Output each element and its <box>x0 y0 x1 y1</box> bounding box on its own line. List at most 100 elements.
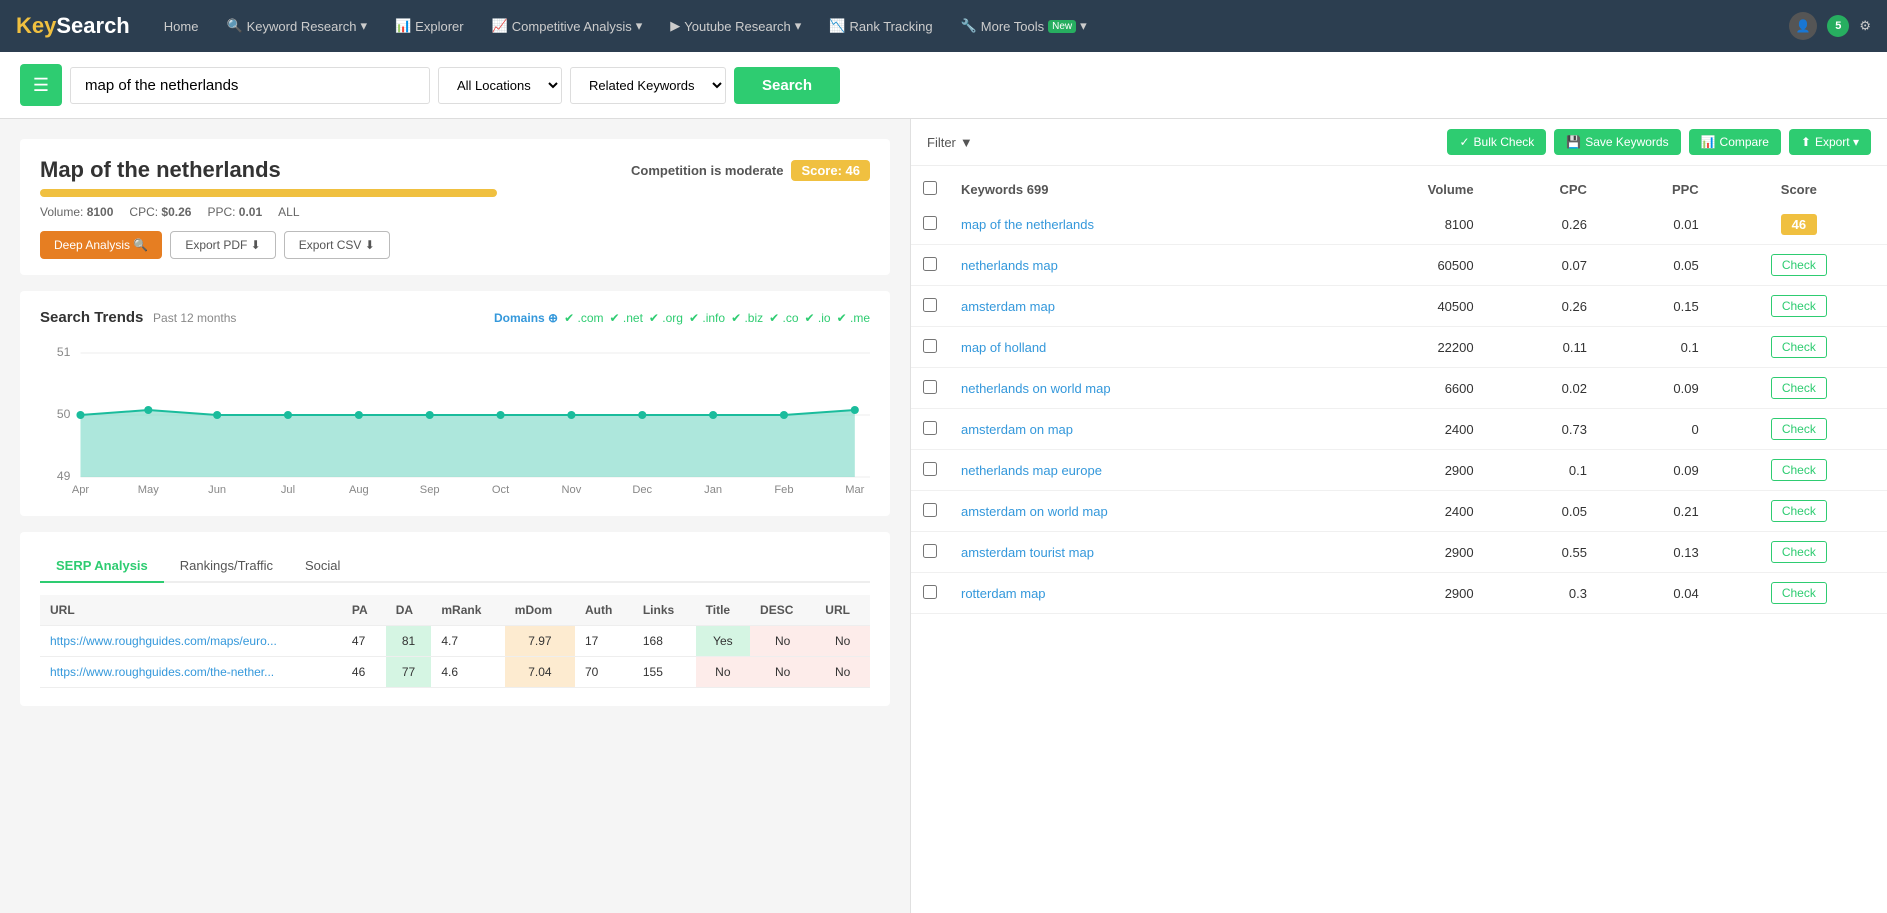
domains-label[interactable]: Domains ⊕ <box>494 311 558 325</box>
logo-key: Key <box>16 13 56 38</box>
analysis-icon: 📈 <box>492 18 508 34</box>
nav-keyword-research[interactable]: 🔍 Keyword Research ▾ <box>216 12 377 40</box>
serp-title: No <box>696 657 750 688</box>
cpc-meta: CPC: $0.26 <box>129 205 191 219</box>
kw-checkbox[interactable] <box>923 503 937 517</box>
filter-button[interactable]: Filter ▼ <box>927 135 973 150</box>
tab-serp-analysis[interactable]: SERP Analysis <box>40 550 164 583</box>
serp-section: SERP Analysis Rankings/Traffic Social UR… <box>20 532 890 706</box>
keyword-link[interactable]: netherlands map <box>961 258 1058 273</box>
deep-analysis-button[interactable]: Deep Analysis 🔍 <box>40 231 162 259</box>
compare-button[interactable]: 📊 Compare <box>1689 129 1781 155</box>
keyword-link[interactable]: map of holland <box>961 340 1046 355</box>
notification-badge[interactable]: 5 <box>1827 15 1849 37</box>
serp-url[interactable]: https://www.roughguides.com/maps/euro... <box>40 626 342 657</box>
list-item: map of holland 22200 0.11 0.1 Check <box>911 327 1887 368</box>
domain-io: ✔ .io <box>805 311 831 325</box>
check-button[interactable]: Check <box>1771 377 1827 399</box>
kw-score: Check <box>1711 532 1887 573</box>
kw-volume: 8100 <box>1331 204 1485 245</box>
kw-checkbox[interactable] <box>923 216 937 230</box>
folder-icon[interactable]: ☰ <box>20 64 62 106</box>
keyword-link[interactable]: amsterdam map <box>961 299 1055 314</box>
kw-keyword: amsterdam tourist map <box>949 532 1331 573</box>
location-select[interactable]: All Locations <box>438 67 562 104</box>
kw-ppc: 0.09 <box>1599 368 1711 409</box>
col-ppc: PPC <box>1599 171 1711 209</box>
kw-checkbox[interactable] <box>923 585 937 599</box>
keyword-link[interactable]: amsterdam on map <box>961 422 1073 437</box>
bulk-check-button[interactable]: ✓ Bulk Check <box>1447 129 1546 155</box>
filter-label: Filter <box>927 135 956 150</box>
kw-checkbox[interactable] <box>923 380 937 394</box>
kw-ppc: 0.21 <box>1599 491 1711 532</box>
settings-icon[interactable]: ⚙ <box>1859 18 1871 34</box>
search-button[interactable]: Search <box>734 67 840 104</box>
save-keywords-button[interactable]: 💾 Save Keywords <box>1554 129 1680 155</box>
list-item: amsterdam on map 2400 0.73 0 Check <box>911 409 1887 450</box>
check-button[interactable]: Check <box>1771 295 1827 317</box>
keyword-link[interactable]: map of the netherlands <box>961 217 1094 232</box>
trends-header: Search Trends Past 12 months Domains ⊕ ✔… <box>40 309 870 326</box>
svg-text:Nov: Nov <box>562 484 582 496</box>
search-input[interactable] <box>70 67 430 104</box>
kw-checkbox[interactable] <box>923 298 937 312</box>
kw-checkbox-cell <box>911 491 949 532</box>
trends-title: Search Trends <box>40 309 143 326</box>
nav-home[interactable]: Home <box>154 13 209 40</box>
export-button[interactable]: ⬆ Export ▾ <box>1789 129 1871 155</box>
keyword-link[interactable]: rotterdam map <box>961 586 1046 601</box>
keyword-link[interactable]: netherlands map europe <box>961 463 1102 478</box>
keyword-link[interactable]: amsterdam tourist map <box>961 545 1094 560</box>
svg-text:Oct: Oct <box>492 484 509 496</box>
kw-checkbox[interactable] <box>923 257 937 271</box>
check-button[interactable]: Check <box>1771 459 1827 481</box>
kw-ppc: 0.1 <box>1599 327 1711 368</box>
kw-checkbox[interactable] <box>923 421 937 435</box>
serp-desc: No <box>750 657 815 688</box>
volume-meta: Volume: 8100 <box>40 205 113 219</box>
tab-social[interactable]: Social <box>289 550 356 583</box>
check-button[interactable]: Check <box>1771 541 1827 563</box>
keyword-link[interactable]: netherlands on world map <box>961 381 1111 396</box>
check-button[interactable]: Check <box>1771 254 1827 276</box>
kw-checkbox[interactable] <box>923 544 937 558</box>
check-button[interactable]: Check <box>1771 418 1827 440</box>
kw-checkbox-cell <box>911 327 949 368</box>
list-item: netherlands map 60500 0.07 0.05 Check <box>911 245 1887 286</box>
col-links: Links <box>633 595 696 626</box>
export-csv-button[interactable]: Export CSV ⬇ <box>284 231 390 259</box>
kw-volume: 2400 <box>1331 491 1485 532</box>
tab-rankings-traffic[interactable]: Rankings/Traffic <box>164 550 289 583</box>
keyword-title: Map of the netherlands <box>40 157 281 183</box>
svg-text:May: May <box>138 484 159 496</box>
compare-icon: 📊 <box>1701 135 1716 149</box>
nav-competitive-analysis[interactable]: 📈 Competitive Analysis ▾ <box>482 12 653 40</box>
nav-more-tools[interactable]: 🔧 More Tools New ▾ <box>951 12 1097 40</box>
kw-checkbox-cell <box>911 450 949 491</box>
check-button[interactable]: Check <box>1771 582 1827 604</box>
domain-com: ✔ .com <box>564 311 603 325</box>
trends-chart: 51 50 49 <box>40 338 870 498</box>
export-pdf-button[interactable]: Export PDF ⬇ <box>170 231 275 259</box>
svg-text:Apr: Apr <box>72 484 90 496</box>
col-volume: Volume <box>1331 171 1485 209</box>
keyword-type-select[interactable]: Related Keywords Exact Keywords Broad Ke… <box>570 67 726 104</box>
ppc-meta: PPC: 0.01 <box>207 205 262 219</box>
kw-cpc: 0.55 <box>1486 532 1599 573</box>
chevron-down-icon-yt: ▾ <box>795 18 802 34</box>
user-avatar[interactable]: 👤 <box>1789 12 1817 40</box>
serp-url[interactable]: https://www.roughguides.com/the-nether..… <box>40 657 342 688</box>
chevron-down-icon-mt: ▾ <box>1080 18 1087 34</box>
nav-explorer[interactable]: 📊 Explorer <box>385 12 474 40</box>
col-score: Score <box>1711 171 1887 209</box>
keyword-link[interactable]: amsterdam on world map <box>961 504 1108 519</box>
check-button[interactable]: Check <box>1771 336 1827 358</box>
kw-checkbox[interactable] <box>923 462 937 476</box>
check-button[interactable]: Check <box>1771 500 1827 522</box>
select-all-checkbox[interactable] <box>923 181 937 195</box>
nav-youtube-research[interactable]: ▶ Youtube Research ▾ <box>660 12 811 40</box>
kw-checkbox[interactable] <box>923 339 937 353</box>
nav-rank-tracking[interactable]: 📉 Rank Tracking <box>819 12 942 40</box>
svg-text:Sep: Sep <box>420 484 440 496</box>
